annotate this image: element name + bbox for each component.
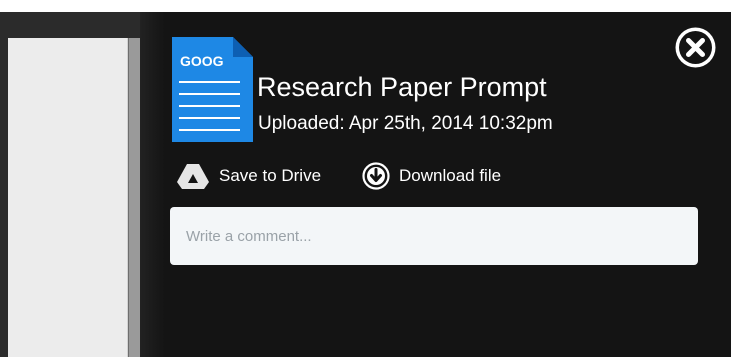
file-title: Research Paper Prompt [257,72,547,102]
comment-input[interactable] [170,207,698,265]
download-file-label: Download file [399,166,502,185]
close-circle-icon [675,27,716,68]
google-doc-icon: GOOG [172,37,253,142]
document-page-preview [8,38,128,357]
download-circle-icon [362,162,390,190]
screen: GOOG Research Paper Prompt Uploaded: Apr… [0,0,731,357]
save-to-drive-button[interactable]: Save to Drive [176,161,321,191]
panel-shadow [140,12,165,357]
upload-timestamp: Uploaded: Apr 25th, 2014 10:32pm [258,113,553,134]
close-button[interactable] [673,25,718,70]
top-strip [0,0,731,12]
file-type-badge: GOOG [180,53,224,69]
google-drive-icon [176,162,210,190]
download-file-button[interactable]: Download file [362,161,501,191]
save-to-drive-label: Save to Drive [219,166,322,185]
